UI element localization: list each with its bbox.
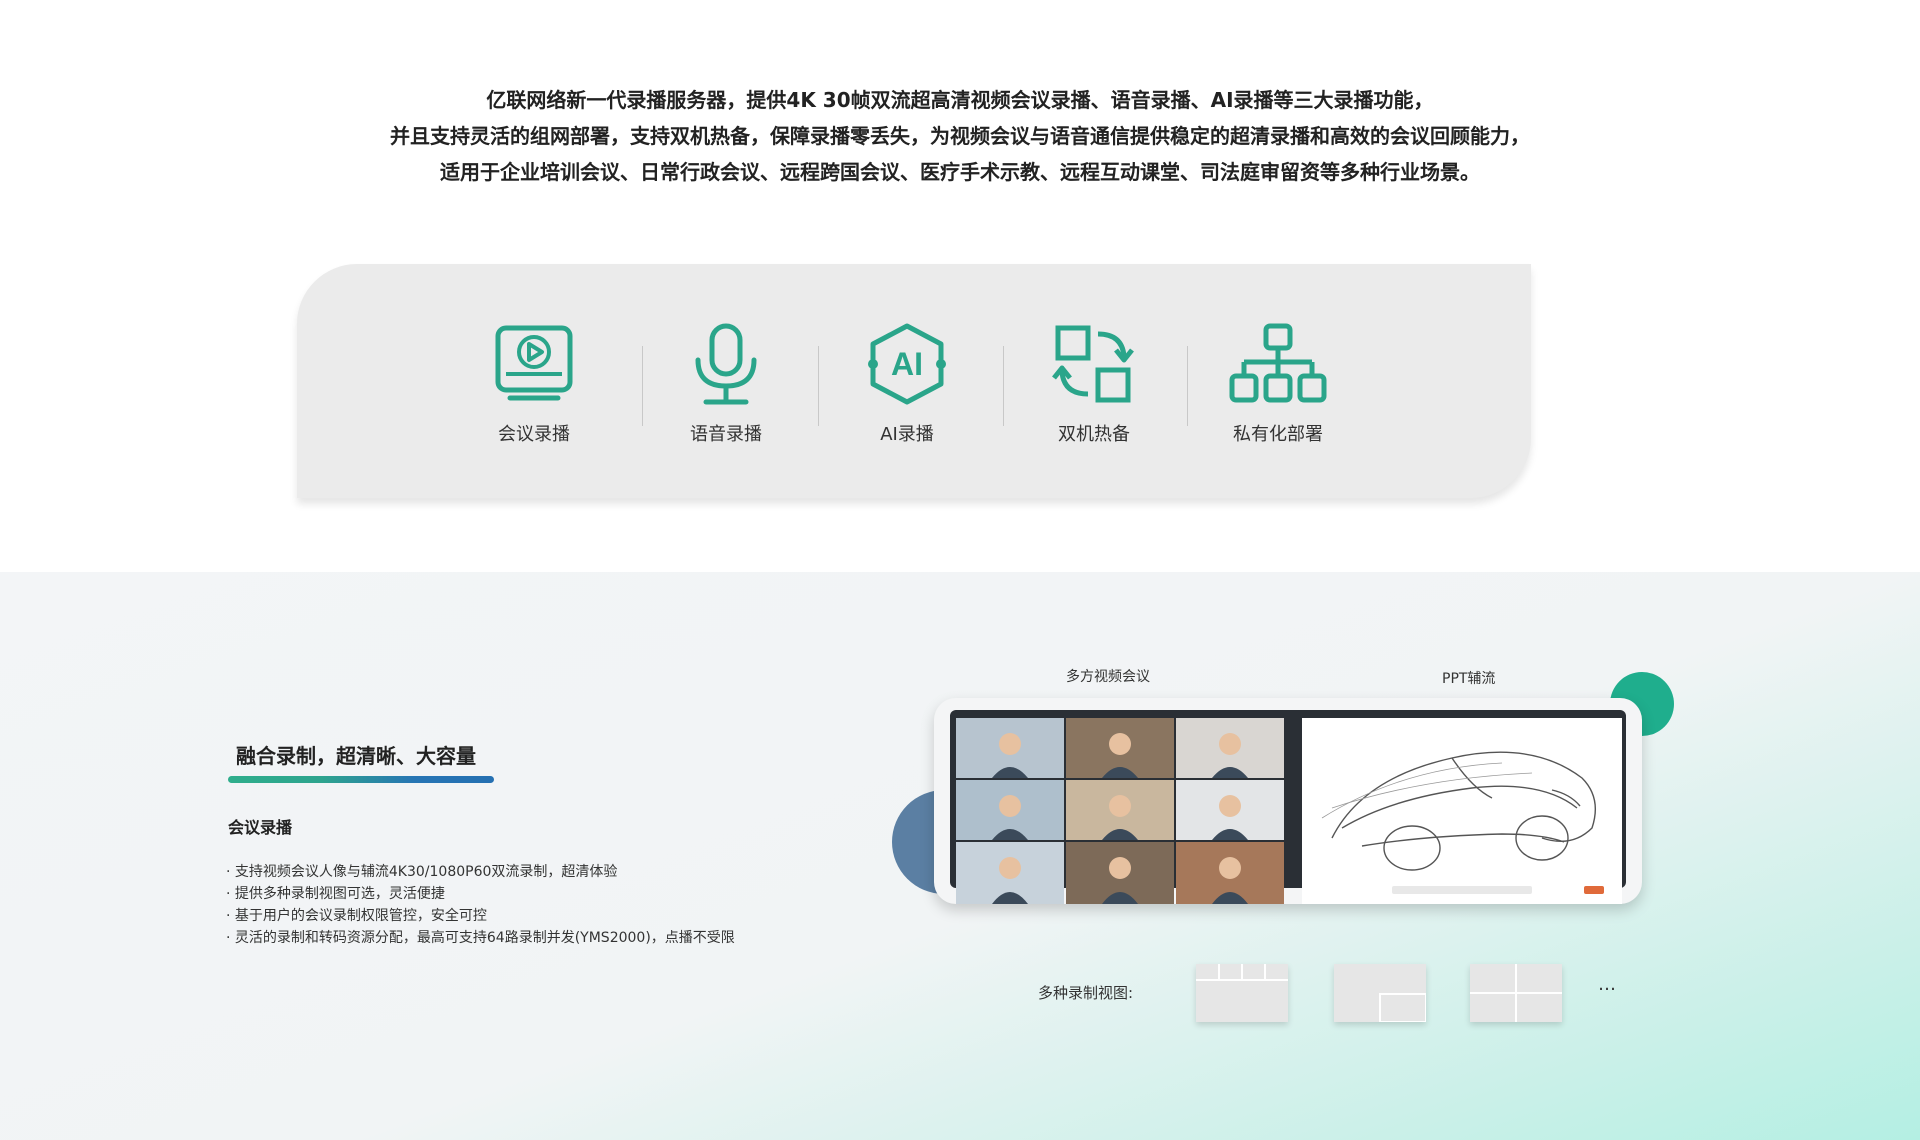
intro-line-2: 并且支持灵活的组网部署，支持双机热备，保障录播零丢失，为视频会议与语音通信提供稳… — [390, 124, 1530, 148]
feature-label: AI录播 — [880, 424, 934, 445]
layout-thumb-pip[interactable] — [1334, 964, 1426, 1022]
layout-thumb-top-row[interactable] — [1196, 964, 1288, 1022]
microphone-icon — [695, 323, 757, 405]
bullet-item: · 支持视频会议人像与辅流4K30/1080P60双流录制，超清体验 — [226, 864, 618, 880]
feature-dual-backup[interactable]: 双机热备 — [1019, 322, 1169, 446]
screen-bezel — [950, 710, 1626, 904]
bullet-item: · 灵活的录制和转码资源分配，最高可支持64路录制并发(YMS2000)，点播不… — [226, 930, 735, 946]
feature-voice-recording[interactable]: 语音录播 — [651, 322, 801, 446]
feature-label: 会议录播 — [498, 424, 570, 445]
svg-text:AI: AI — [891, 346, 923, 382]
divider — [642, 346, 643, 426]
divider — [818, 346, 819, 426]
dual-screen-display — [934, 698, 1642, 904]
divider — [1003, 346, 1004, 426]
section-title: 融合录制，超清晰、大容量 — [236, 744, 476, 768]
screen-label-ppt: PPT辅流 — [1442, 671, 1496, 687]
swap-backup-icon — [1052, 325, 1134, 403]
intro-line-3: 适用于企业培训会议、日常行政会议、远程跨国会议、医疗手术示教、远程互动课堂、司法… — [440, 160, 1480, 184]
feature-meeting-recording[interactable]: 会议录播 — [459, 322, 609, 446]
feature-label: 语音录播 — [690, 424, 762, 445]
intro-text: 亿联网络新一代录播服务器，提供4K 30帧双流超高清视频会议录播、语音录播、AI… — [0, 82, 1920, 190]
layout-thumb-quad[interactable] — [1470, 964, 1562, 1022]
screen-label-video: 多方视频会议 — [1066, 669, 1150, 685]
more-views-ellipsis: … — [1598, 974, 1616, 995]
section-subtitle: 会议录播 — [228, 818, 293, 837]
divider — [1187, 346, 1188, 426]
feature-ai-recording[interactable]: AI AI录播 — [832, 322, 982, 446]
bullet-item: · 提供多种录制视图可选，灵活便捷 — [226, 886, 445, 902]
feature-panel: 会议录播 语音录播 AI AI录播 双机热备 私有化部署 — [297, 264, 1531, 498]
ai-hexagon-icon: AI — [868, 323, 946, 405]
bullet-item: · 基于用户的会议录制权限管控，安全可控 — [226, 908, 487, 924]
title-underline — [228, 776, 494, 783]
feature-private-deployment[interactable]: 私有化部署 — [1203, 322, 1353, 446]
recording-section: 融合录制，超清晰、大容量 会议录播 · 支持视频会议人像与辅流4K30/1080… — [0, 572, 1920, 1140]
ppt-sketch — [1302, 718, 1622, 904]
video-conference-grid — [956, 718, 1284, 904]
feature-bullets: · 支持视频会议人像与辅流4K30/1080P60双流录制，超清体验 · 提供多… — [226, 861, 735, 949]
recording-views-label: 多种录制视图: — [1038, 984, 1134, 1002]
feature-label: 私有化部署 — [1233, 424, 1323, 445]
video-play-icon — [495, 325, 573, 401]
org-tree-icon — [1229, 323, 1327, 403]
intro-line-1: 亿联网络新一代录播服务器，提供4K 30帧双流超高清视频会议录播、语音录播、AI… — [486, 88, 1434, 112]
feature-label: 双机热备 — [1058, 424, 1130, 445]
